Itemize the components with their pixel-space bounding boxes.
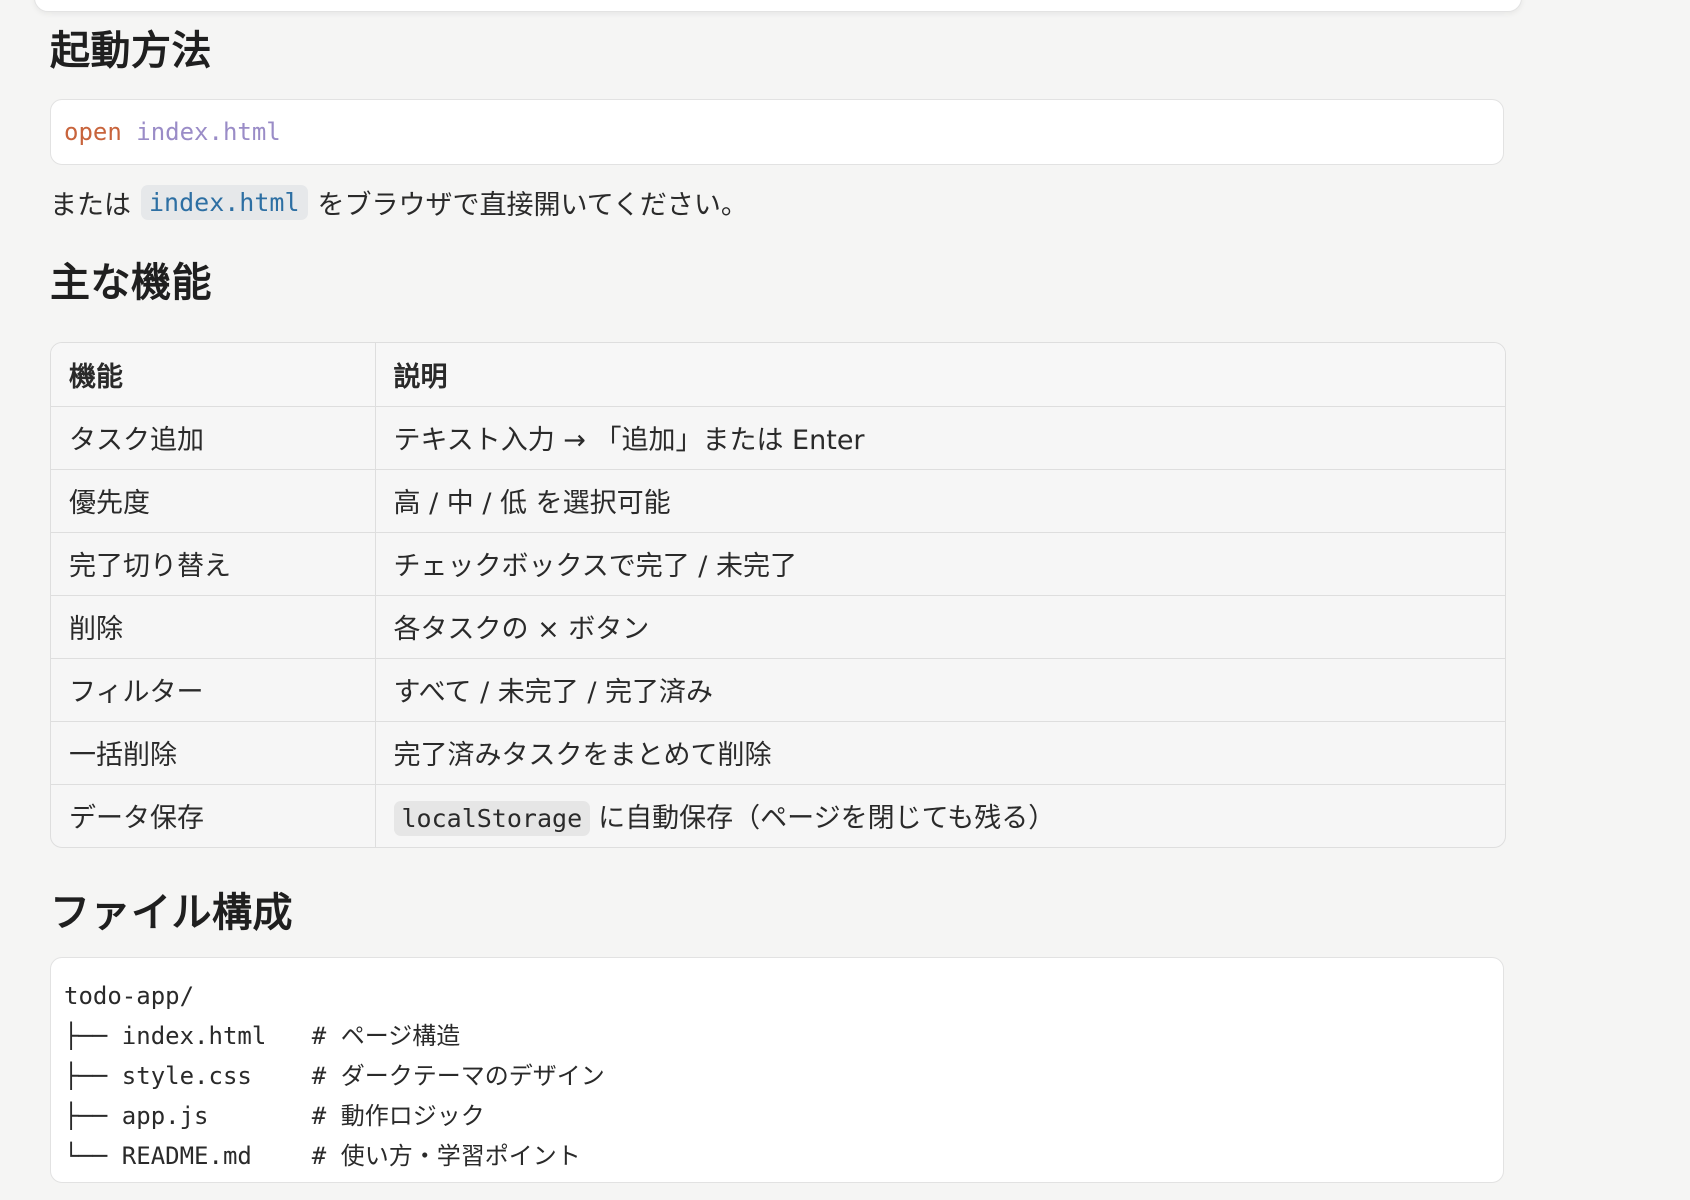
command-keyword: open — [64, 118, 122, 146]
tree-comment: # 動作ロジック — [311, 1102, 485, 1130]
description-cell: 各タスクの × ボタン — [375, 595, 1505, 659]
tree-file-name: style.css — [121, 1062, 252, 1090]
description-text: に自動保存（ページを閉じても残る） — [598, 803, 1056, 835]
file-tree-code-block[interactable]: todo-app/ ├── index.html # ページ構造 ├── styl… — [50, 957, 1504, 1183]
description-cell: localStorage に自動保存（ページを閉じても残る） — [375, 784, 1505, 847]
section-heading-files: ファイル構成 — [50, 890, 293, 936]
table-row: 完了切り替え チェックボックスで完了 / 未完了 — [51, 532, 1505, 596]
tree-comment: # ページ構造 — [311, 1022, 461, 1050]
start-note: または index.html をブラウザで直接開いてください。 — [50, 183, 748, 222]
tree-file-name: README.md — [121, 1142, 252, 1170]
tree-branch: ├── — [64, 1022, 122, 1050]
description-cell: すべて / 未完了 / 完了済み — [375, 658, 1505, 722]
feature-cell: 削除 — [51, 595, 376, 659]
description-cell: 完了済みタスクをまとめて削除 — [375, 721, 1505, 785]
table-row: 削除 各タスクの × ボタン — [51, 595, 1505, 659]
tree-branch: ├── — [64, 1102, 122, 1130]
table-row: タスク追加 テキスト入力 → 「追加」または Enter — [51, 406, 1505, 470]
tree-entry: └── README.md # 使い方・学習ポイント — [64, 1136, 1490, 1176]
start-note-prefix: または — [50, 190, 131, 221]
table-header-row: 機能 説明 — [51, 343, 1505, 407]
description-cell: チェックボックスで完了 / 未完了 — [375, 532, 1505, 596]
readme-page: 起動方法 open index.html または index.html をブラウ… — [0, 0, 1690, 1200]
tree-branch: ├── — [64, 1062, 122, 1090]
table-row: フィルター すべて / 未完了 / 完了済み — [51, 658, 1505, 722]
previous-code-block — [34, 0, 1522, 12]
tree-entry: ├── app.js # 動作ロジック — [64, 1096, 1490, 1136]
tree-root: todo-app/ — [64, 976, 1490, 1016]
section-heading-features: 主な機能 — [50, 260, 212, 306]
command-argument: index.html — [136, 118, 281, 146]
feature-cell: 完了切り替え — [51, 532, 376, 596]
tree-entry: ├── index.html # ページ構造 — [64, 1016, 1490, 1056]
table-header-description: 説明 — [375, 343, 1505, 407]
description-cell: 高 / 中 / 低 を選択可能 — [375, 469, 1505, 533]
table-row: データ保存 localStorage に自動保存（ページを閉じても残る） — [51, 784, 1505, 847]
table-header-feature: 機能 — [51, 343, 376, 407]
tree-root-name: todo-app/ — [64, 982, 195, 1010]
tree-comment: # ダークテーマのデザイン — [311, 1062, 605, 1090]
feature-cell: データ保存 — [51, 784, 376, 847]
description-cell: テキスト入力 → 「追加」または Enter — [375, 406, 1505, 470]
table-row: 優先度 高 / 中 / 低 を選択可能 — [51, 469, 1505, 533]
start-note-suffix: をブラウザで直接開いてください。 — [317, 190, 748, 221]
feature-cell: フィルター — [51, 658, 376, 722]
tree-file-name: index.html — [121, 1022, 267, 1050]
tree-entry: ├── style.css # ダークテーマのデザイン — [64, 1056, 1490, 1096]
section-heading-start: 起動方法 — [50, 28, 212, 74]
features-table: 機能 説明 タスク追加 テキスト入力 → 「追加」または Enter 優先度 高… — [50, 342, 1506, 848]
tree-branch: └── — [64, 1142, 122, 1170]
description-code: localStorage — [393, 801, 591, 837]
command-code-block[interactable]: open index.html — [50, 99, 1504, 165]
feature-cell: 一括削除 — [51, 721, 376, 785]
feature-cell: 優先度 — [51, 469, 376, 533]
feature-cell: タスク追加 — [51, 406, 376, 470]
start-note-code: index.html — [141, 185, 308, 220]
tree-comment: # 使い方・学習ポイント — [311, 1142, 581, 1170]
tree-file-name: app.js — [121, 1102, 209, 1130]
table-row: 一括削除 完了済みタスクをまとめて削除 — [51, 721, 1505, 785]
